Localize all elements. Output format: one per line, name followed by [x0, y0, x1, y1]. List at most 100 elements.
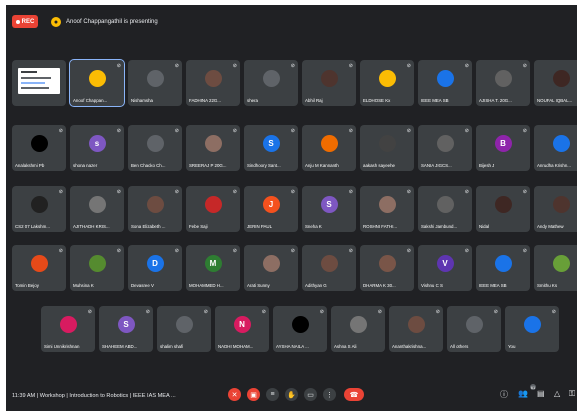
- participant-name: Arati Sunny: [247, 283, 270, 288]
- participant-tile[interactable]: ⊘ Ananthakrishna...: [389, 306, 443, 352]
- shared-screen-preview: [18, 68, 60, 94]
- participant-tile[interactable]: ⊘NOUFAL IQBAL...: [534, 60, 577, 106]
- participant-tile[interactable]: ⊘ B Bijesh J: [476, 125, 530, 171]
- chat-icon[interactable]: ▤: [537, 389, 545, 398]
- participant-tile[interactable]: ⊘ J JERIN PAUL: [244, 186, 298, 232]
- participant-tile[interactable]: ⊘ Analakshmi Pb: [12, 125, 66, 171]
- participant-name: Ashna S Ali: [334, 344, 357, 349]
- avatar: [436, 70, 454, 87]
- participant-tile[interactable]: ⊘ All others: [447, 306, 501, 352]
- participant-name: Simi Unnikrishnan: [44, 344, 80, 349]
- participant-name: IEEE MEA SB: [479, 283, 507, 288]
- avatar: [262, 255, 280, 272]
- participant-tile[interactable]: ⊘ Nishamsha: [128, 60, 182, 106]
- lock-icon[interactable]: ⚿: [569, 389, 575, 399]
- preview-line: [21, 71, 37, 73]
- participant-name: NADHI MOHAM...: [218, 344, 254, 349]
- mic-off-icon[interactable]: ✕: [228, 388, 241, 401]
- avatar: S: [320, 196, 338, 213]
- mic-muted-icon: ⊘: [58, 128, 63, 134]
- participant-tile[interactable]: ⊘ M MOHAMMED H...: [186, 245, 240, 291]
- participant-tile[interactable]: ⊘ s shona nazer: [70, 125, 124, 171]
- participant-tile[interactable]: ⊘ IEEE MEA SB: [476, 245, 530, 291]
- avatar: [378, 255, 396, 272]
- participant-name: Nishamsha: [131, 98, 153, 103]
- participant-tile[interactable]: ⊘ V Vishnu C S: [418, 245, 472, 291]
- mic-muted-icon: ⊘: [116, 189, 121, 195]
- mic-muted-icon: ⊘: [116, 63, 121, 69]
- participant-tile[interactable]: ⊘ shera: [244, 60, 298, 106]
- avatar: [320, 70, 338, 87]
- mic-muted-icon: ⊘: [174, 248, 179, 254]
- mic-muted-icon: ⊘: [290, 63, 295, 69]
- participant-tile[interactable]: ⊘ Nidal: [476, 186, 530, 232]
- participant-tile[interactable]: ⊘ Abhil Raj: [302, 60, 356, 106]
- participant-tile[interactable]: ⊘ DHARMA K 30...: [360, 245, 414, 291]
- mic-muted-icon: ⊘: [551, 309, 556, 315]
- participant-tile[interactable]: ⊘ Ashna S Ali: [331, 306, 385, 352]
- raise-hand-icon[interactable]: ✋: [285, 388, 298, 401]
- participant-tile[interactable]: ⊘ Febe Saji: [186, 186, 240, 232]
- camera-off-icon[interactable]: ▣: [247, 388, 260, 401]
- participant-tile[interactable]: ⊘ Sona Elizabeth ...: [128, 186, 182, 232]
- participant-tile[interactable]: ⊘ Simi Unnikrishnan: [41, 306, 95, 352]
- participant-tile[interactable]: ⊘ D Devasree V: [128, 245, 182, 291]
- more-icon[interactable]: ⋮: [323, 388, 336, 401]
- end-call-icon[interactable]: ☎: [344, 388, 364, 401]
- meet-window: REC ● Anoof Chappangathil is presenting …: [6, 5, 577, 411]
- participant-tile[interactable]: ⊘ Arati Sunny: [244, 245, 298, 291]
- people-icon[interactable]: 👥 61: [518, 384, 536, 398]
- participant-tile[interactable]: ⊘ Muhsina K: [70, 245, 124, 291]
- participant-tile[interactable]: ⊘ CS2 07 Lakshm...: [12, 186, 66, 232]
- mic-muted-icon: ⊘: [290, 248, 295, 254]
- participant-tile[interactable]: ⊘ ROSHNI FATHI...: [360, 186, 414, 232]
- participant-tile[interactable]: ⊘ Anju M Kannanth: [302, 125, 356, 171]
- info-icon[interactable]: ⓘ: [500, 389, 508, 400]
- avatar: [204, 135, 222, 152]
- participant-tile[interactable]: ⊘ S Sindhoory Sant...: [244, 125, 298, 171]
- participant-tile[interactable]: ⊘ S Sneha K: [302, 186, 356, 232]
- participant-name: Sakshi Jambund...: [421, 224, 458, 229]
- captions-icon[interactable]: ≡: [266, 388, 279, 401]
- participant-tile[interactable]: ⊘ aakash sayeehe: [360, 125, 414, 171]
- mic-muted-icon: ⊘: [261, 309, 266, 315]
- participant-tile[interactable]: ⊘ SANIA JIGCS...: [418, 125, 472, 171]
- avatar: [175, 316, 193, 333]
- participant-tile[interactable]: ⊘ FADHINA 22G...: [186, 60, 240, 106]
- participant-name: Devasree V: [131, 283, 154, 288]
- avatar: [88, 70, 106, 87]
- participant-tile[interactable]: ⊘ Anoof Chappan...: [69, 59, 125, 107]
- participant-tile[interactable]: ⊘ Tomin Bejoy: [12, 245, 66, 291]
- avatar: [378, 135, 396, 152]
- participant-name: Ananthakrishna...: [392, 344, 427, 349]
- participant-name: shera: [247, 98, 258, 103]
- participant-tile[interactable]: ⊘ Adithyan G: [302, 245, 356, 291]
- participant-tile[interactable]: ⊘Anrudha Krishn...: [534, 125, 577, 171]
- participant-tile[interactable]: ⊘Smithu Ks: [534, 245, 577, 291]
- screen-share-tile[interactable]: [12, 60, 66, 106]
- people-count-badge: 61: [530, 384, 536, 390]
- participant-tile[interactable]: ⊘ Ben Chacko Ch...: [128, 125, 182, 171]
- participant-tile[interactable]: ⊘ shalim shafi: [157, 306, 211, 352]
- mic-muted-icon: ⊘: [522, 128, 527, 134]
- participant-tile[interactable]: ⊘ Sakshi Jambund...: [418, 186, 472, 232]
- avatar: [552, 196, 570, 213]
- participant-name: SREERAJ P 20G...: [189, 163, 227, 168]
- avatar: [320, 135, 338, 152]
- participant-tile[interactable]: ⊘ N NADHI MOHAM...: [215, 306, 269, 352]
- activities-icon[interactable]: △: [554, 389, 560, 398]
- participant-tile[interactable]: ⊘ AJISHA T. 20G...: [476, 60, 530, 106]
- avatar: [59, 316, 77, 333]
- participant-tile[interactable]: ⊘ S SHAHEEM ABD...: [99, 306, 153, 352]
- avatar: [465, 316, 483, 333]
- participant-name: Sona Elizabeth ...: [131, 224, 166, 229]
- participant-tile[interactable]: ⊘ ELDHOSE Kx: [360, 60, 414, 106]
- participant-tile[interactable]: ⊘Andy Mathew: [534, 186, 577, 232]
- participant-tile[interactable]: ⊘ You: [505, 306, 559, 352]
- participant-tile[interactable]: ⊘ AJITHADH KRIS...: [70, 186, 124, 232]
- participant-tile[interactable]: ⊘ AYSHA NAILA ...: [273, 306, 327, 352]
- present-icon[interactable]: ▭: [304, 388, 317, 401]
- participant-tile[interactable]: ⊘ IEEE MEA SB: [418, 60, 472, 106]
- participant-name: MOHAMMED H...: [189, 283, 224, 288]
- participant-tile[interactable]: ⊘ SREERAJ P 20G...: [186, 125, 240, 171]
